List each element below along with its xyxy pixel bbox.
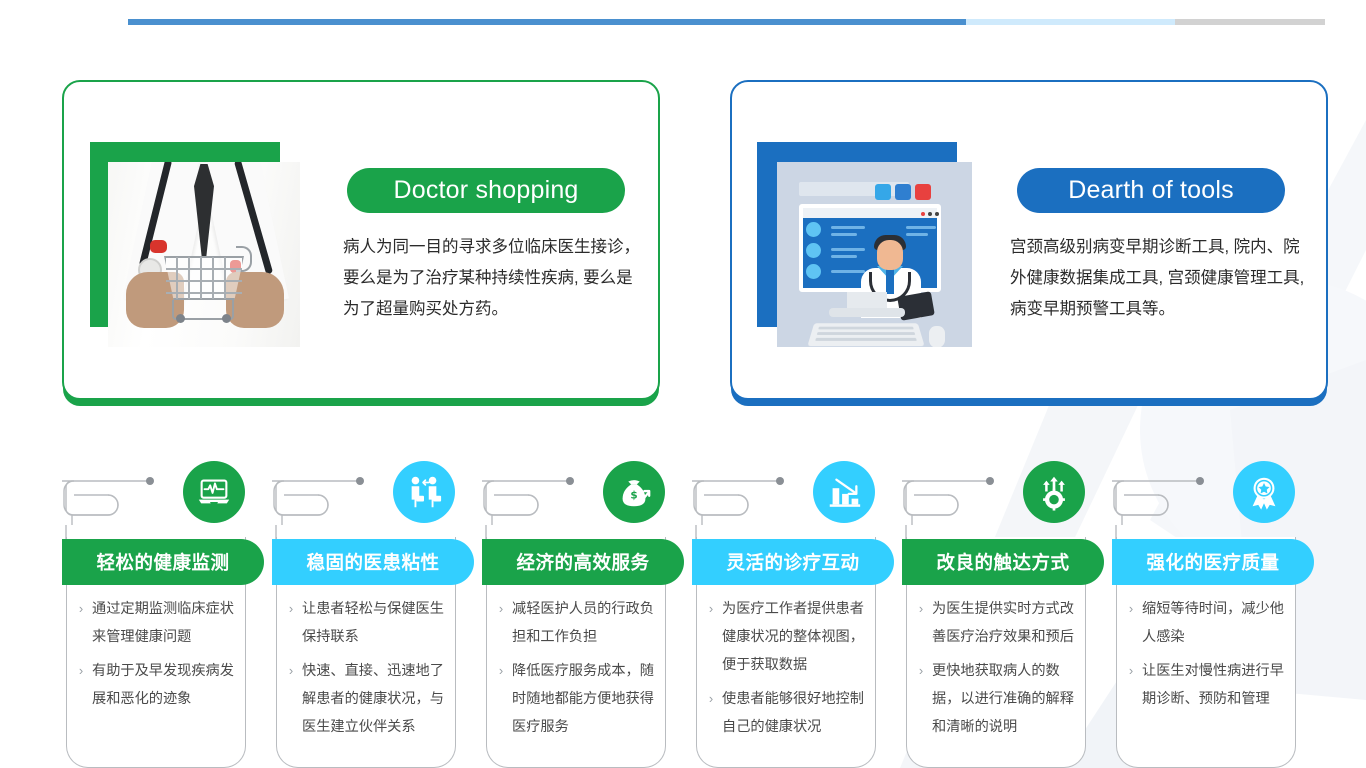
connector-line — [272, 477, 364, 539]
card-body-dearth-of-tools: 宫颈高级别病变早期诊断工具, 院内、院外健康数据集成工具, 宫颈健康管理工具, … — [1010, 238, 1305, 318]
feature-title-enhanced-care-quality[interactable]: 强化的医疗质量 — [1112, 539, 1314, 585]
bullet-text: 使患者能够很好地控制自己的健康状况 — [722, 691, 864, 735]
connector-line — [1112, 477, 1204, 539]
feature-bullet-list: › 缩短等待时间，减少他人感染 › 让医生对慢性病进行早期诊断、预防和管理 — [1120, 595, 1296, 719]
list-item: › 让医生对慢性病进行早期诊断、预防和管理 — [1120, 657, 1296, 713]
bullet-text: 减轻医护人员的行政负担和工作负担 — [512, 601, 654, 645]
feature-bullet-list: › 减轻医护人员的行政负担和工作负担 › 降低医疗服务成本，随时随地都能方便地获得医疗… — [490, 595, 666, 747]
photo-frame — [108, 162, 300, 347]
money-bag-growth-icon — [603, 461, 665, 523]
connector-line — [692, 477, 784, 539]
chevron-right-icon: › — [918, 601, 924, 616]
illustration-frame — [777, 162, 972, 347]
chevron-right-icon: › — [78, 663, 84, 678]
telemedicine-illustration — [757, 142, 972, 347]
list-item: › 为医生提供实时方式改善医疗治疗效果和预后 — [910, 595, 1086, 651]
list-item: › 减轻医护人员的行政负担和工作负担 — [490, 595, 666, 651]
bullet-text: 让患者轻松与保健医生保持联系 — [302, 601, 444, 645]
feature-title-doctor-patient-stickiness[interactable]: 稳固的医患粘性 — [272, 539, 474, 585]
connector-line — [62, 477, 154, 539]
list-item: › 缩短等待时间，减少他人感染 — [1120, 595, 1296, 651]
chevron-right-icon: › — [288, 601, 294, 616]
bullet-text: 降低医疗服务成本，随时随地都能方便地获得医疗服务 — [512, 663, 654, 735]
chevron-right-icon: › — [708, 601, 714, 616]
two-people-exchange-icon — [393, 461, 455, 523]
top-progress-bar — [128, 19, 1325, 25]
laptop-ecg-icon — [183, 461, 245, 523]
list-item: › 快速、直接、迅速地了解患者的健康状况，与医生建立伙伴关系 — [280, 657, 456, 741]
bullet-text: 通过定期监测临床症状来管理健康问题 — [92, 601, 234, 645]
connector-line — [482, 477, 574, 539]
bullet-text: 更快地获取病人的数据，以进行准确的解释和清晰的说明 — [932, 663, 1074, 735]
chevron-right-icon: › — [78, 601, 84, 616]
feature-bullet-list: › 为医疗工作者提供患者健康状况的整体视图，便于获取数据 › 使患者能够很好地控制自己… — [700, 595, 876, 747]
bullet-text: 为医疗工作者提供患者健康状况的整体视图，便于获取数据 — [722, 601, 864, 673]
feature-bullet-list: › 让患者轻松与保健医生保持联系 › 快速、直接、迅速地了解患者的健康状况，与医生建立… — [280, 595, 456, 747]
mouse-icon — [929, 326, 945, 347]
monitor-screen — [799, 204, 941, 321]
list-item: › 降低医疗服务成本，随时随地都能方便地获得医疗服务 — [490, 657, 666, 741]
feature-column-improved-reach[interactable]: 改良的触达方式 › 为医生提供实时方式改善医疗治疗效果和预后 › 更快地获取病人的数据，… — [902, 455, 1114, 768]
feature-column-doctor-patient-stickiness[interactable]: 稳固的医患粘性 › 让患者轻松与保健医生保持联系 › 快速、直接、迅速地了解患者的健康状… — [272, 455, 484, 768]
declining-bar-chart-icon — [813, 461, 875, 523]
bullet-text: 为医生提供实时方式改善医疗治疗效果和预后 — [932, 601, 1074, 645]
list-item: › 更快地获取病人的数据，以进行准确的解释和清晰的说明 — [910, 657, 1086, 741]
award-ribbon-star-icon — [1233, 461, 1295, 523]
chevron-right-icon: › — [1128, 663, 1134, 678]
pill-doctor-shopping[interactable]: Doctor shopping — [347, 168, 625, 213]
bullet-text: 缩短等待时间，减少他人感染 — [1142, 601, 1284, 645]
bullet-text: 有助于及早发现疾病发展和恶化的迹象 — [92, 663, 234, 707]
chevron-right-icon: › — [918, 663, 924, 678]
connector-line — [902, 477, 994, 539]
feature-bullet-list: › 为医生提供实时方式改善医疗治疗效果和预后 › 更快地获取病人的数据，以进行准确的解… — [910, 595, 1086, 747]
progress-bar-segment-filled — [128, 19, 966, 25]
progress-bar-segment-light — [965, 19, 1176, 25]
list-item: › 有助于及早发现疾病发展和恶化的迹象 — [70, 657, 246, 713]
doctor-shopping-photo — [90, 142, 300, 347]
feature-column-health-monitoring[interactable]: 轻松的健康监测 › 通过定期监测临床症状来管理健康问题 › 有助于及早发现疾病发展和恶化… — [62, 455, 274, 768]
list-item: › 使患者能够很好地控制自己的健康状况 — [700, 685, 876, 741]
list-item: › 让患者轻松与保健医生保持联系 — [280, 595, 456, 651]
feature-title-improved-reach[interactable]: 改良的触达方式 — [902, 539, 1104, 585]
progress-bar-segment-track — [1175, 19, 1325, 25]
card-dearth-of-tools[interactable]: Dearth of tools 宫颈高级别病变早期诊断工具, 院内、院外健康数据… — [730, 80, 1328, 400]
gear-arrows-up-icon — [1023, 461, 1085, 523]
bullet-text: 快速、直接、迅速地了解患者的健康状况，与医生建立伙伴关系 — [302, 663, 444, 735]
chevron-right-icon: › — [498, 663, 504, 678]
shopping-cart-icon — [158, 246, 252, 323]
feature-bullet-list: › 通过定期监测临床症状来管理健康问题 › 有助于及早发现疾病发展和恶化的迹象 — [70, 595, 246, 719]
feature-title-flexible-diagnosis-interaction[interactable]: 灵活的诊疗互动 — [692, 539, 894, 585]
feature-column-enhanced-care-quality[interactable]: 强化的医疗质量 › 缩短等待时间，减少他人感染 › 让医生对慢性病进行早期诊断、预防和管… — [1112, 455, 1324, 768]
chevron-right-icon: › — [708, 691, 714, 706]
chevron-right-icon: › — [498, 601, 504, 616]
bullet-text: 让医生对慢性病进行早期诊断、预防和管理 — [1142, 663, 1284, 707]
card-body-doctor-shopping: 病人为同一目的寻求多位临床医生接诊，要么是为了治疗某种持续性疾病, 要么是为了超… — [343, 238, 640, 318]
feature-title-economic-efficient-service[interactable]: 经济的高效服务 — [482, 539, 684, 585]
keyboard-icon — [807, 323, 925, 347]
list-item: › 为医疗工作者提供患者健康状况的整体视图，便于获取数据 — [700, 595, 876, 679]
chevron-right-icon: › — [288, 663, 294, 678]
feature-column-flexible-diagnosis-interaction[interactable]: 灵活的诊疗互动 › 为医疗工作者提供患者健康状况的整体视图，便于获取数据 › 使患者能够… — [692, 455, 904, 768]
feature-column-economic-efficient-service[interactable]: 经济的高效服务 › 减轻医护人员的行政负担和工作负担 › 降低医疗服务成本，随时随地都能… — [482, 455, 694, 768]
card-doctor-shopping[interactable]: Doctor shopping 病人为同一目的寻求多位临床医生接诊，要么是为了治… — [62, 80, 660, 400]
chevron-right-icon: › — [1128, 601, 1134, 616]
pill-dearth-of-tools[interactable]: Dearth of tools — [1017, 168, 1285, 213]
list-item: › 通过定期监测临床症状来管理健康问题 — [70, 595, 246, 651]
infographic-page: Doctor shopping 病人为同一目的寻求多位临床医生接诊，要么是为了治… — [0, 0, 1366, 768]
feature-title-health-monitoring[interactable]: 轻松的健康监测 — [62, 539, 264, 585]
feature-columns: 轻松的健康监测 › 通过定期监测临床症状来管理健康问题 › 有助于及早发现疾病发展和恶化… — [0, 455, 1366, 768]
